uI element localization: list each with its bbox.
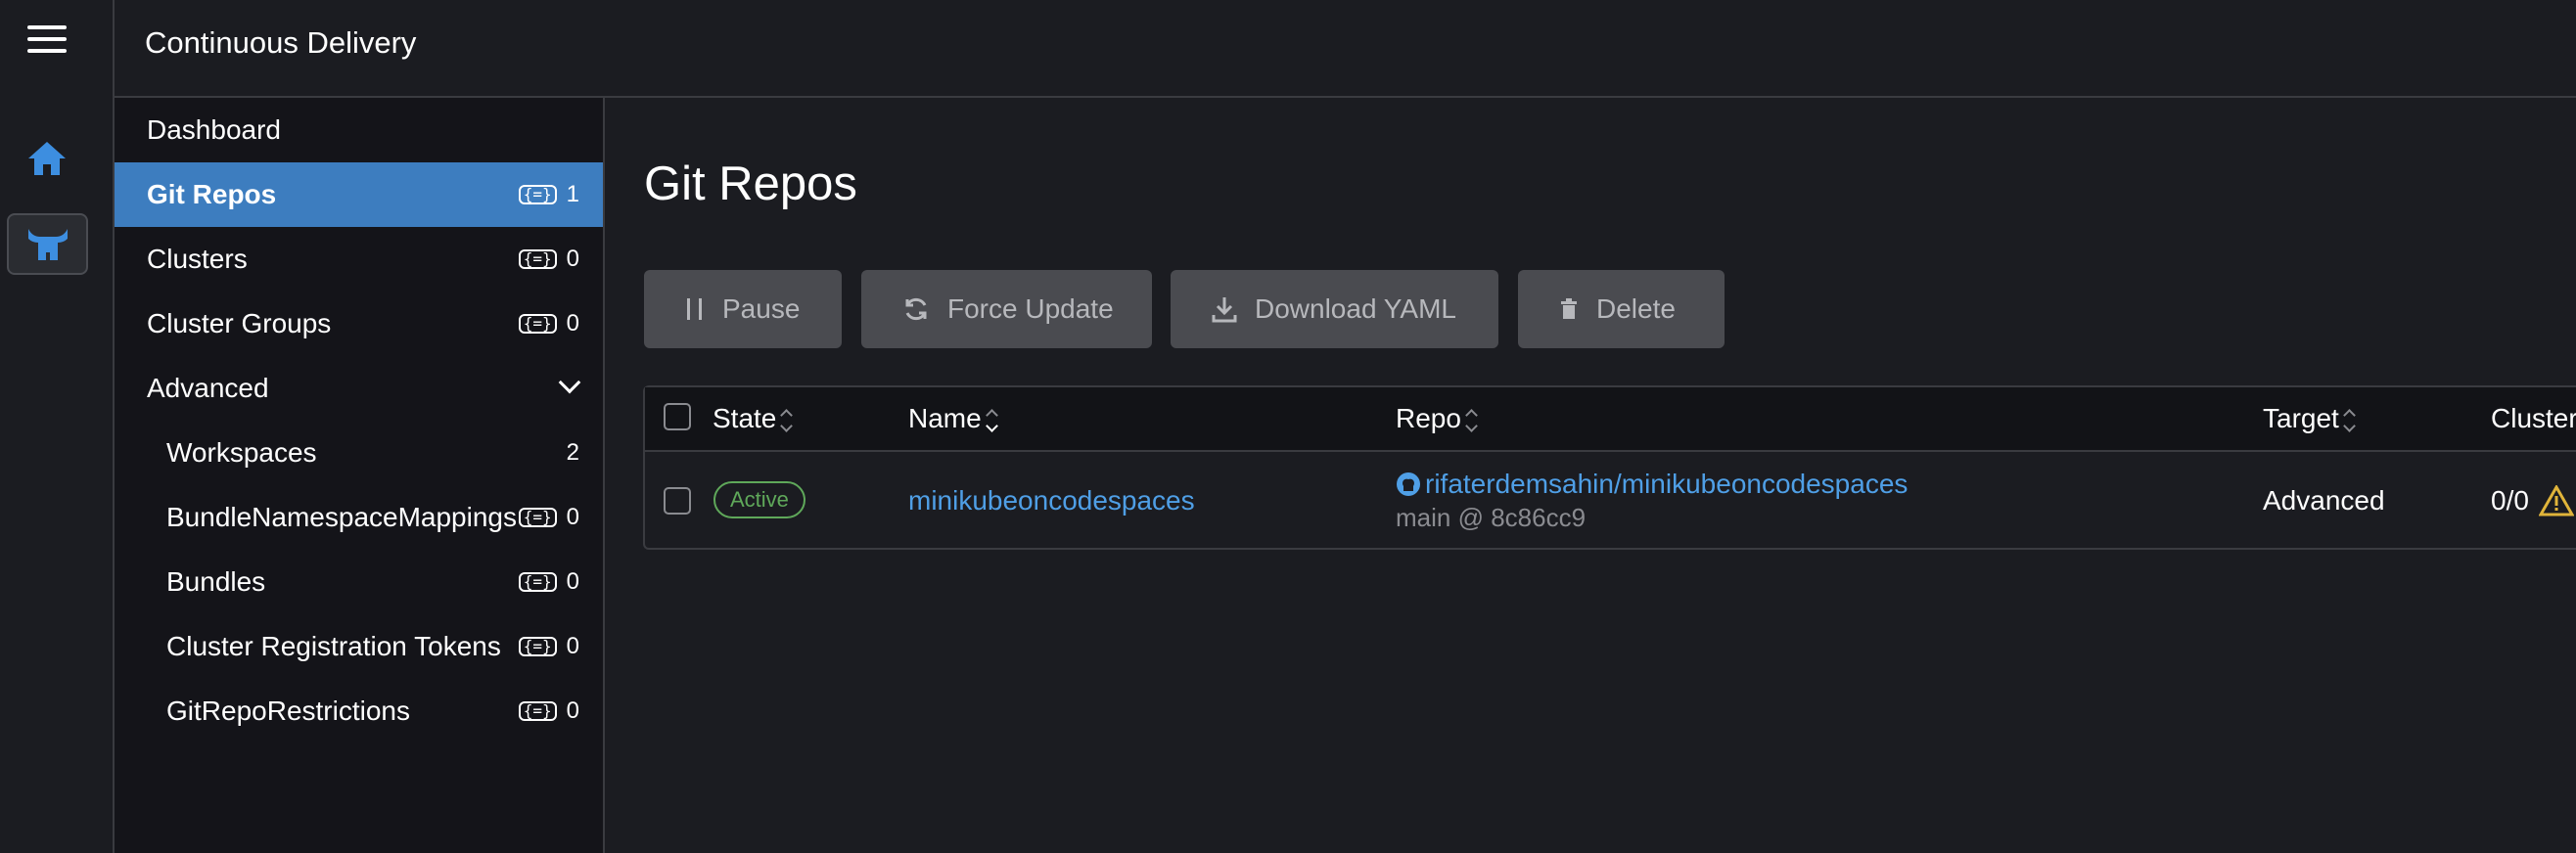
force-update-button[interactable]: Force Update: [861, 270, 1152, 348]
sidebar-item-count: 1: [566, 181, 579, 207]
column-header-label: Name: [908, 403, 982, 433]
column-header-label: Target: [2263, 403, 2339, 433]
delete-button-label: Delete: [1596, 293, 1676, 324]
force-update-button-label: Force Update: [947, 293, 1114, 324]
sidebar: Dashboard Git Repos {=} 1 Clusters {=} 0…: [115, 98, 605, 853]
download-icon: [1212, 297, 1237, 323]
trash-icon: [1561, 298, 1577, 319]
download-yaml-button-label: Download YAML: [1255, 293, 1456, 324]
sidebar-item-dashboard[interactable]: Dashboard: [115, 98, 603, 162]
main-content: Git Repos Pause Force Update Download YA…: [607, 98, 2576, 853]
sidebar-item-label: Dashboard: [147, 114, 281, 145]
sidebar-item-label: Cluster Groups: [147, 308, 332, 338]
select-all-checkbox[interactable]: [664, 403, 691, 430]
chevron-down-icon: [558, 371, 581, 394]
column-header-label: Clusters: [2491, 403, 2576, 433]
repo-link-group[interactable]: rifaterdemsahin/minikubeoncodespaces: [1396, 469, 1908, 500]
resource-icon: {=}: [518, 701, 557, 721]
sidebar-item-bundles[interactable]: Bundles {=} 0: [115, 550, 603, 614]
home-icon[interactable]: [25, 137, 69, 180]
sidebar-item-clusters[interactable]: Clusters {=} 0: [115, 227, 603, 292]
top-header: Continuous Delivery: [115, 0, 2576, 98]
sidebar-item-count: 0: [566, 568, 579, 595]
column-header-label: Repo: [1396, 403, 1461, 433]
column-header-name[interactable]: Name: [908, 403, 998, 434]
sidebar-item-cluster-groups[interactable]: Cluster Groups {=} 0: [115, 292, 603, 356]
fleet-icon[interactable]: [7, 213, 88, 275]
icon-rail: [0, 0, 115, 853]
clusters-ready-group: 0/0: [2491, 485, 2574, 516]
sidebar-item-bundle-namespace-mappings[interactable]: BundleNamespaceMappings {=} 0: [115, 485, 603, 550]
table-row[interactable]: Active minikubeoncodespaces rifaterdemsa…: [645, 452, 2576, 550]
warning-icon: [2538, 485, 2574, 516]
sidebar-item-label: Workspaces: [166, 437, 317, 468]
git-repos-table: State Name Repo Target Clusters Active: [643, 385, 2576, 550]
sidebar-item-count-group: {=} 0: [518, 504, 579, 531]
sidebar-item-git-repos[interactable]: Git Repos {=} 1: [115, 162, 603, 227]
sidebar-item-cluster-registration-tokens[interactable]: Cluster Registration Tokens {=} 0: [115, 614, 603, 679]
sidebar-item-count-group: {=} 0: [518, 310, 579, 337]
sidebar-item-count: 0: [566, 246, 579, 272]
sidebar-item-workspaces[interactable]: Workspaces 2: [115, 421, 603, 485]
sidebar-item-count-group: 2: [567, 439, 579, 467]
column-header-label: State: [713, 403, 777, 433]
sidebar-item-label: Cluster Registration Tokens: [166, 631, 501, 661]
refresh-icon: [905, 297, 927, 321]
sidebar-item-label: Advanced: [147, 373, 269, 403]
pause-button[interactable]: Pause: [644, 270, 842, 348]
sidebar-group-advanced[interactable]: Advanced: [115, 356, 603, 421]
sort-icon: [2342, 407, 2356, 432]
column-header-target[interactable]: Target: [2263, 403, 2356, 434]
sidebar-item-label: BundleNamespaceMappings: [166, 502, 517, 532]
sidebar-item-count: 0: [566, 504, 579, 530]
sidebar-item-count-group: {=} 0: [518, 697, 579, 725]
target-value: Advanced: [2263, 485, 2385, 516]
resource-icon: {=}: [518, 637, 557, 656]
sidebar-item-count: 0: [566, 697, 579, 724]
sidebar-item-count: 0: [566, 633, 579, 659]
gitrepo-name-link[interactable]: minikubeoncodespaces: [908, 485, 1195, 516]
resource-icon: {=}: [518, 249, 557, 269]
sidebar-item-label: GitRepoRestrictions: [166, 696, 410, 726]
sidebar-item-gitrepo-restrictions[interactable]: GitRepoRestrictions {=} 0: [115, 679, 603, 743]
sidebar-item-label: Git Repos: [147, 179, 277, 209]
page-title: Git Repos: [644, 157, 857, 210]
column-header-state[interactable]: State: [713, 403, 794, 434]
column-header-clusters[interactable]: Clusters: [2491, 403, 2576, 434]
resource-icon: {=}: [518, 508, 557, 527]
sidebar-item-count-group: {=} 0: [518, 246, 579, 273]
sort-icon: [780, 407, 794, 432]
resource-icon: {=}: [518, 314, 557, 334]
app-title: Continuous Delivery: [145, 25, 417, 60]
pause-icon: [687, 298, 702, 320]
resource-icon: {=}: [518, 572, 557, 592]
column-header-repo[interactable]: Repo: [1396, 403, 1478, 434]
sidebar-item-count-group: {=} 1: [518, 181, 579, 208]
clusters-ready-count: 0/0: [2491, 485, 2529, 516]
sort-icon: [985, 407, 998, 432]
github-icon: [1397, 472, 1420, 496]
sidebar-item-count-group: {=} 0: [518, 633, 579, 660]
row-checkbox[interactable]: [664, 487, 691, 515]
delete-button[interactable]: Delete: [1518, 270, 1725, 348]
sidebar-item-count-group: {=} 0: [518, 568, 579, 596]
table-header: State Name Repo Target Clusters: [645, 387, 2576, 452]
status-badge: Active: [713, 481, 805, 518]
sidebar-item-label: Clusters: [147, 244, 248, 274]
sort-icon: [1465, 407, 1478, 432]
sidebar-item-count: 0: [566, 310, 579, 337]
repo-link[interactable]: rifaterdemsahin/minikubeoncodespaces: [1425, 469, 1908, 500]
pause-button-label: Pause: [722, 293, 801, 324]
hamburger-menu-icon[interactable]: [27, 25, 67, 57]
resource-icon: {=}: [518, 185, 557, 204]
sidebar-item-label: Bundles: [166, 566, 266, 597]
download-yaml-button[interactable]: Download YAML: [1171, 270, 1498, 348]
repo-branch-commit: main @ 8c86cc9: [1396, 503, 1587, 532]
sidebar-item-count: 2: [566, 439, 579, 466]
